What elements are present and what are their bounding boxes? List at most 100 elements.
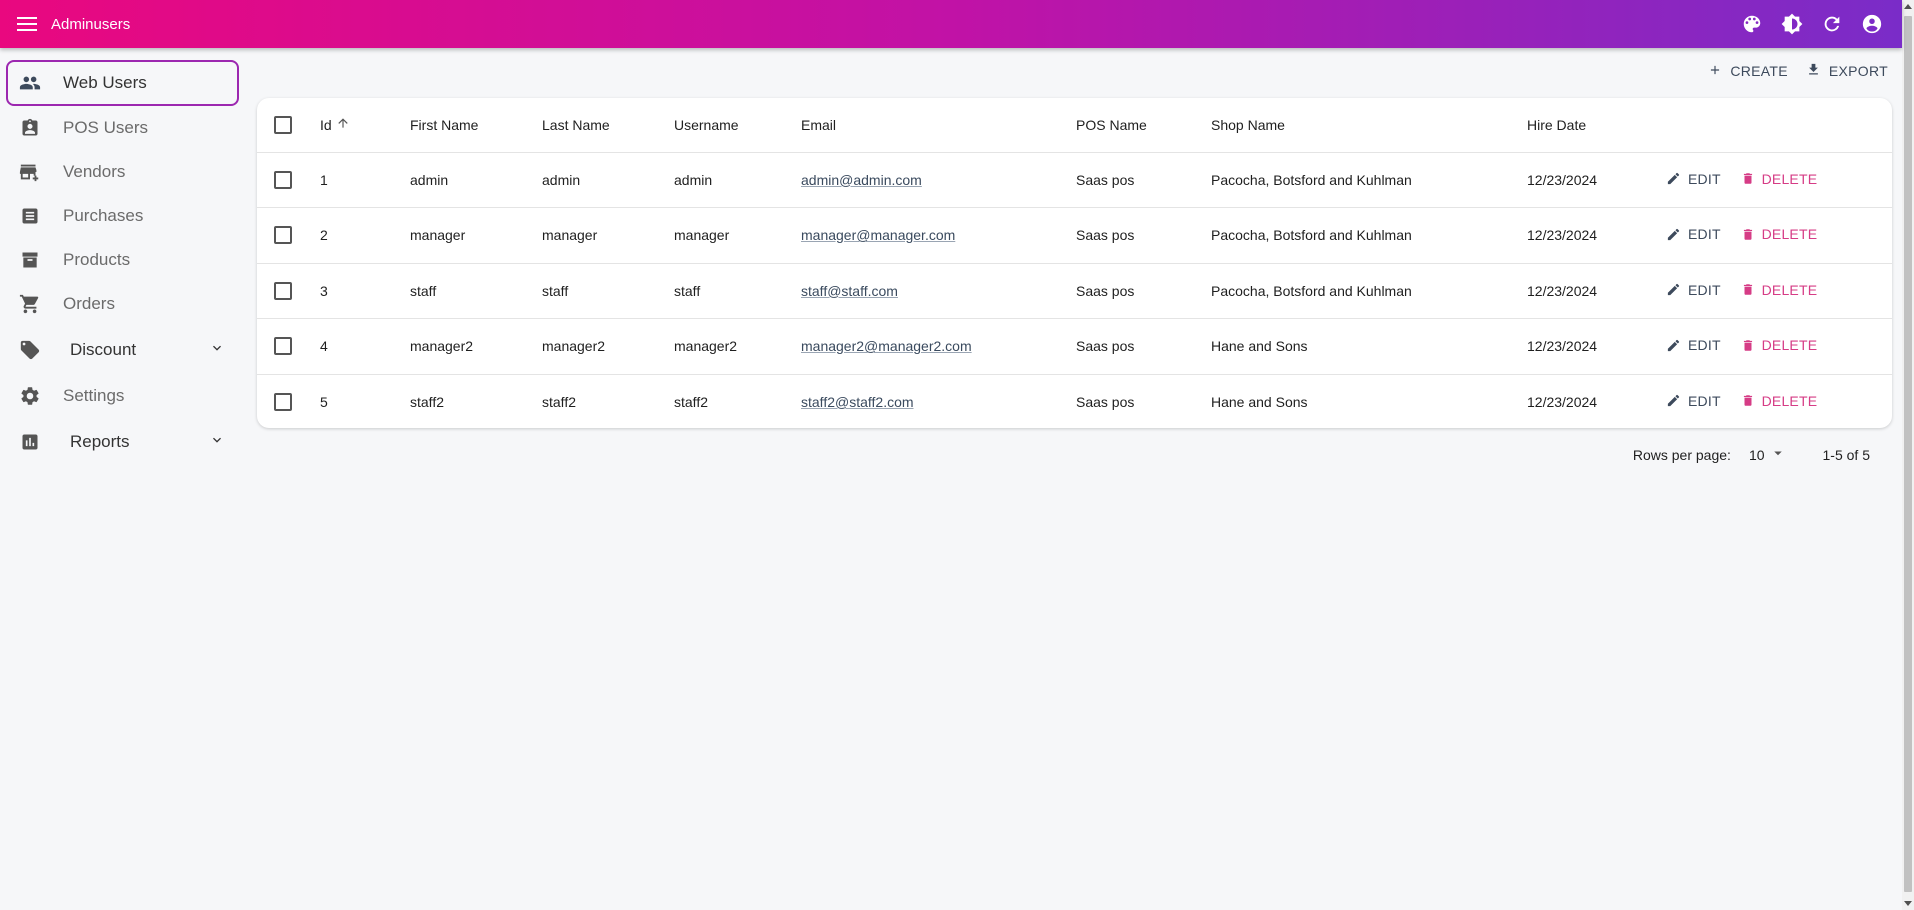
sidebar-item-label: Settings [63, 386, 125, 405]
palette-icon[interactable] [1740, 12, 1764, 36]
chevron-down-icon[interactable] [205, 336, 229, 360]
trash-icon [1743, 395, 1752, 406]
receipt-icon [18, 204, 42, 228]
page-range: 1-5 of 5 [1822, 446, 1870, 463]
email-link[interactable]: staff@staff.com [801, 283, 898, 299]
account-circle-icon[interactable] [1860, 12, 1884, 36]
column-header-username[interactable]: Username [674, 98, 801, 153]
edit-label: EDIT [1688, 281, 1721, 298]
trash-icon [1743, 173, 1752, 184]
edit-label: EDIT [1688, 392, 1721, 409]
export-button[interactable]: EXPORT [1806, 62, 1888, 80]
delete-label: DELETE [1761, 337, 1818, 353]
edit-button[interactable]: EDIT [1666, 337, 1721, 353]
sidebar-item-reports[interactable]: Reports [0, 418, 245, 466]
delete-button[interactable]: DELETE [1741, 337, 1818, 353]
column-header-last-name[interactable]: Last Name [542, 98, 674, 153]
email-link[interactable]: staff2@staff2.com [801, 394, 914, 410]
delete-button[interactable]: DELETE [1741, 393, 1818, 409]
table-header-row: Id First Name Last Name Username Email P… [257, 98, 1892, 153]
table-row[interactable]: 2 manager manager manager manager@manage… [257, 207, 1892, 264]
sidebar-item-label: Orders [63, 294, 115, 313]
trash-icon [1743, 228, 1752, 240]
row-checkbox[interactable] [274, 393, 292, 411]
vertical-scrollbar[interactable] [1902, 0, 1914, 910]
brightness-icon[interactable] [1780, 12, 1804, 36]
column-header-hire-date[interactable]: Hire Date [1527, 98, 1666, 153]
arrow-up-icon [336, 116, 350, 133]
chevron-down-icon[interactable] [205, 428, 229, 452]
row-checkbox[interactable] [274, 170, 292, 189]
cell-hire-date: 12/23/2024 [1527, 318, 1666, 375]
cell-last-name: manager2 [542, 318, 674, 375]
sidebar-item-pos-users[interactable]: POS Users [0, 106, 245, 150]
cell-first-name: manager [410, 207, 542, 264]
table-row[interactable]: 5 staff2 staff2 staff2 staff2@staff2.com… [257, 374, 1892, 428]
select-all-checkbox[interactable] [274, 115, 292, 134]
scroll-down-arrow[interactable] [1904, 901, 1912, 906]
sidebar-item-label: Web Users [63, 73, 147, 92]
create-button[interactable]: CREATE [1708, 62, 1788, 80]
store-add-icon [18, 160, 42, 184]
caret-down-icon [1769, 444, 1787, 465]
delete-button[interactable]: DELETE [1741, 226, 1818, 242]
sidebar-item-orders[interactable]: Orders [0, 282, 245, 326]
delete-button[interactable]: DELETE [1741, 282, 1818, 298]
sidebar-item-vendors[interactable]: Vendors [0, 150, 245, 194]
cell-id: 1 [320, 152, 410, 208]
column-header-id[interactable]: Id [320, 98, 410, 153]
pencil-icon [1667, 283, 1680, 296]
scrollbar-thumb[interactable] [1904, 16, 1912, 892]
gear-icon [18, 384, 42, 408]
cell-shop-name: Hane and Sons [1211, 394, 1308, 410]
cell-username: admin [674, 152, 801, 208]
cell-hire-date: 12/23/2024 [1527, 394, 1598, 410]
email-link[interactable]: manager@manager.com [801, 227, 955, 243]
sidebar-item-web-users[interactable]: Web Users [6, 60, 239, 106]
chart-icon [18, 430, 42, 454]
column-header-shop-name[interactable]: Shop Name [1211, 98, 1527, 153]
edit-button[interactable]: EDIT [1666, 282, 1721, 298]
pencil-icon [1667, 339, 1680, 351]
cell-last-name: staff [542, 263, 674, 319]
row-checkbox[interactable] [274, 281, 292, 300]
table-row[interactable]: 3 staff staff staff staff@staff.com Saas… [257, 263, 1892, 319]
sidebar-item-products[interactable]: Products [0, 238, 245, 282]
table-row[interactable]: 1 admin admin admin admin@admin.com Saas… [257, 152, 1892, 208]
cell-hire-date: 12/23/2024 [1527, 263, 1666, 319]
sidebar-item-label: Vendors [63, 162, 126, 181]
email-link[interactable]: manager2@manager2.com [801, 338, 972, 354]
table-row[interactable]: 4 manager2 manager2 manager2 manager2@ma… [257, 318, 1892, 375]
cell-shop-name: Pacocha, Botsford and Kuhlman [1211, 207, 1527, 264]
row-checkbox[interactable] [274, 337, 292, 356]
row-checkbox[interactable] [274, 226, 292, 245]
edit-button[interactable]: EDIT [1666, 393, 1721, 409]
cell-username: manager [674, 207, 801, 264]
sidebar-item-label: Discount [70, 340, 137, 359]
download-icon [1806, 62, 1821, 80]
sidebar: Web Users POS Users Vendors Purchases Pr… [0, 48, 245, 466]
rows-per-page-select[interactable]: 10 [1749, 444, 1787, 465]
trash-icon [1743, 339, 1752, 351]
delete-button[interactable]: DELETE [1741, 171, 1818, 187]
cell-username: staff2 [674, 394, 708, 410]
column-header-first-name[interactable]: First Name [410, 98, 542, 153]
sidebar-item-purchases[interactable]: Purchases [0, 194, 245, 238]
scroll-up-arrow[interactable] [1904, 4, 1912, 9]
column-header-email[interactable]: Email [801, 98, 1076, 153]
cell-pos-name: Saas pos [1076, 263, 1211, 319]
menu-icon[interactable] [14, 11, 40, 37]
sidebar-item-settings[interactable]: Settings [0, 374, 245, 418]
cell-first-name: manager2 [410, 318, 542, 375]
edit-button[interactable]: EDIT [1666, 226, 1721, 242]
sidebar-item-discount[interactable]: Discount [0, 326, 245, 374]
column-header-pos-name[interactable]: POS Name [1076, 98, 1211, 153]
refresh-icon[interactable] [1820, 12, 1844, 36]
pagination: Rows per page: 10 1-5 of 5 [1633, 444, 1870, 465]
app-bar: Adminusers [0, 0, 1902, 48]
cell-last-name: admin [542, 152, 674, 208]
cell-id: 5 [320, 394, 328, 410]
edit-button[interactable]: EDIT [1666, 171, 1721, 187]
rows-per-page-value: 10 [1748, 446, 1765, 463]
email-link[interactable]: admin@admin.com [801, 172, 922, 188]
